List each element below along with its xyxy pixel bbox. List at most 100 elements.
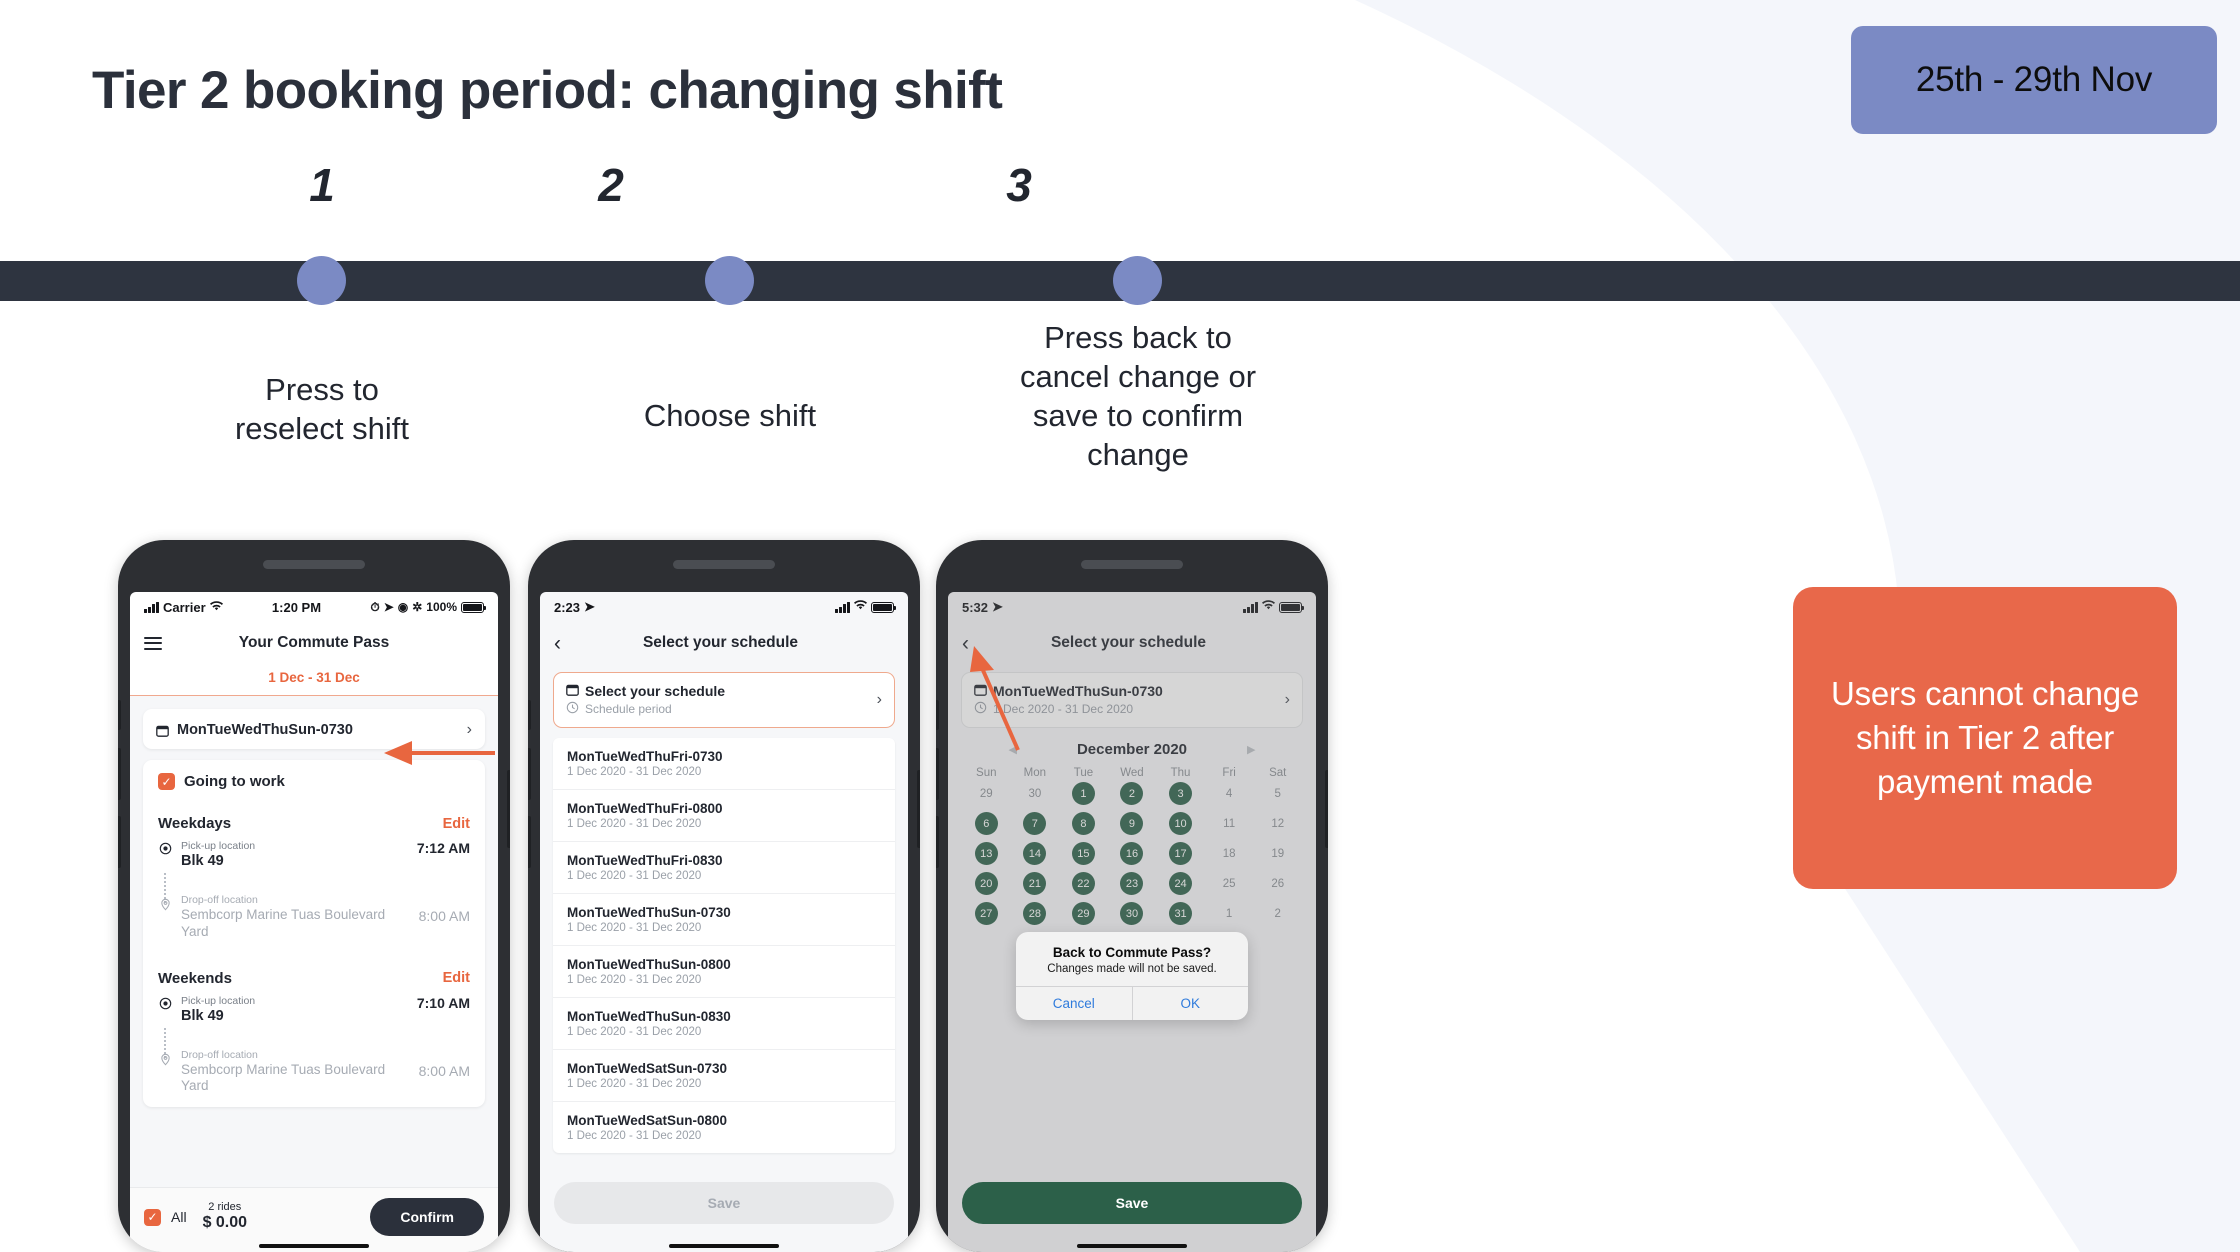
going-to-work-card: ✓ Going to work Weekdays Edit Pick-up lo… xyxy=(143,760,485,1107)
weekdays-pickup-kind: Pick-up location xyxy=(181,840,256,852)
phone-1-bottom-bar: ✓ All 2 rides $ 0.00 Confirm xyxy=(130,1187,498,1252)
chevron-left-icon[interactable]: ‹ xyxy=(554,633,561,654)
phone-2-volume-up-button[interactable] xyxy=(528,748,531,800)
schedule-list-item[interactable]: MonTueWedThuFri-0800 1 Dec 2020 - 31 Dec … xyxy=(553,790,895,842)
step-number-3: 3 xyxy=(869,162,1169,208)
schedule-list-item[interactable]: MonTueWedThuSun-0730 1 Dec 2020 - 31 Dec … xyxy=(553,894,895,946)
step-3-number-label: 3 xyxy=(1006,159,1032,211)
phone-1-volume-up-button[interactable] xyxy=(118,748,121,800)
schedule-name: MonTueWedThuFri-0730 xyxy=(567,749,723,764)
schedule-list-item[interactable]: MonTueWedThuFri-0830 1 Dec 2020 - 31 Dec … xyxy=(553,842,895,894)
dialog-title: Back to Commute Pass? xyxy=(1052,945,1212,960)
schedule-list[interactable]: MonTueWedThuFri-0730 1 Dec 2020 - 31 Dec … xyxy=(553,738,895,1153)
phone-2-mute-button[interactable] xyxy=(528,700,531,730)
cellular-signal-icon xyxy=(144,601,159,613)
phone-2-app-bar: ‹ Select your schedule xyxy=(540,622,908,664)
selected-shift-card[interactable]: MonTueWedThuSun-0730 › xyxy=(143,709,485,749)
timeline-dot-1 xyxy=(297,256,346,305)
clock-icon xyxy=(566,701,579,717)
phone-1-title: Your Commute Pass xyxy=(238,634,390,651)
schedule-list-item[interactable]: MonTueWedThuFri-0730 1 Dec 2020 - 31 Dec … xyxy=(553,738,895,790)
weekends-edit-link[interactable]: Edit xyxy=(443,970,470,986)
phone-3-mute-button[interactable] xyxy=(936,700,939,730)
weekends-header: Weekends Edit xyxy=(143,952,485,991)
fare-summary: 2 rides $ 0.00 xyxy=(203,1201,247,1232)
weekends-pickup-kind: Pick-up location xyxy=(181,994,256,1007)
schedule-period: 1 Dec 2020 - 31 Dec 2020 xyxy=(567,766,702,778)
step-number-1: 1 xyxy=(172,162,472,208)
phone-3-power-button[interactable] xyxy=(1325,770,1328,848)
schedule-list-item[interactable]: MonTueWedSatSun-0730 1 Dec 2020 - 31 Dec … xyxy=(553,1050,895,1102)
phone-1-volume-down-button[interactable] xyxy=(118,816,121,868)
phone-3-volume-up-button[interactable] xyxy=(936,748,939,800)
phone-1-speaker xyxy=(263,560,365,569)
location-arrow-icon: ➤ xyxy=(584,599,595,614)
phone-1-power-button[interactable] xyxy=(507,770,510,848)
phone-2-screen: 2:23 ➤ ‹ Select your schedule Select you… xyxy=(540,592,908,1252)
schedule-list-item[interactable]: MonTueWedThuSun-0800 1 Dec 2020 - 31 Dec … xyxy=(553,946,895,998)
timeline-dot-2 xyxy=(705,256,754,305)
weekdays-dropoff-name: Sembcorp Marine Tuas Boulevard Yard xyxy=(181,907,386,939)
location-arrow-icon: ➤ xyxy=(383,600,394,614)
step-2-caption: Choose shift xyxy=(643,398,817,433)
weekdays-pickup-time: 7:12 AM xyxy=(416,840,470,856)
phone-mockup-1: Carrier 1:20 PM ⏱ ➤ ◉ ✲ 100% Your Commut… xyxy=(118,540,510,1252)
battery-icon xyxy=(871,601,897,613)
schedule-name: MonTueWedThuSun-0830 xyxy=(567,1009,731,1024)
schedule-name: MonTueWedThuFri-0830 xyxy=(567,853,723,868)
save-button[interactable]: Save xyxy=(962,1182,1302,1224)
phone-3-volume-down-button[interactable] xyxy=(936,816,939,868)
chevron-right-icon: › xyxy=(466,721,472,738)
home-indicator xyxy=(1077,1244,1187,1248)
weekdays-dropoff-time: 8:00 AM xyxy=(418,908,470,925)
bluetooth-icon: ✲ xyxy=(412,600,423,614)
weekends-dropoff-time: 8:00 AM xyxy=(418,1063,470,1080)
dialog-message: Changes made will not be saved. xyxy=(1047,963,1217,975)
schedule-selector-title: Select your schedule xyxy=(585,683,726,699)
schedule-selector-subtitle: Schedule period xyxy=(585,702,672,716)
schedule-period: 1 Dec 2020 - 31 Dec 2020 xyxy=(567,818,702,830)
dialog-cancel-button[interactable]: Cancel xyxy=(1016,987,1132,1020)
confirm-button[interactable]: Confirm xyxy=(370,1198,484,1236)
home-indicator xyxy=(259,1244,369,1248)
all-checkbox[interactable]: ✓ xyxy=(144,1208,161,1226)
schedule-period: 1 Dec 2020 - 31 Dec 2020 xyxy=(567,922,702,934)
phone-1-status-bar: Carrier 1:20 PM ⏱ ➤ ◉ ✲ 100% xyxy=(130,592,498,622)
phone-3-speaker xyxy=(1081,560,1183,569)
pickup-dot-icon xyxy=(159,842,172,860)
step-1-number-label: 1 xyxy=(309,159,335,211)
going-to-work-row[interactable]: ✓ Going to work xyxy=(143,760,485,803)
save-button-disabled[interactable]: Save xyxy=(554,1182,894,1224)
phone-2-power-button[interactable] xyxy=(917,770,920,848)
calendar-icon xyxy=(156,724,169,737)
phone-mockup-3: 5:32 ➤ ‹ Select your schedule MonTueWedT… xyxy=(936,540,1328,1252)
schedule-period: 1 Dec 2020 - 31 Dec 2020 xyxy=(567,1078,702,1090)
dialog-ok-button[interactable]: OK xyxy=(1131,987,1249,1020)
phone-2-volume-down-button[interactable] xyxy=(528,816,531,868)
going-to-work-label: Going to work xyxy=(184,773,285,790)
phone-1-body: MonTueWedThuSun-0730 › ✓ Going to work W… xyxy=(130,696,498,1252)
phone-2-status-bar: 2:23 ➤ xyxy=(540,592,908,622)
schedule-selector[interactable]: Select your schedule Schedule period › xyxy=(553,672,895,728)
schedule-name: MonTueWedSatSun-0800 xyxy=(567,1113,728,1128)
schedule-list-item[interactable]: MonTueWedSatSun-0800 1 Dec 2020 - 31 Dec … xyxy=(553,1102,895,1153)
commute-pass-date-range: 1 Dec - 31 Dec xyxy=(130,664,498,696)
weekends-dropoff-name: Sembcorp Marine Tuas Boulevard Yard xyxy=(181,1062,386,1094)
schedule-period: 1 Dec 2020 - 31 Dec 2020 xyxy=(567,974,702,986)
hamburger-icon[interactable] xyxy=(144,633,162,653)
phone-1-mute-button[interactable] xyxy=(118,700,121,730)
phone-1-app-bar: Your Commute Pass xyxy=(130,622,498,664)
weekdays-edit-link[interactable]: Edit xyxy=(443,816,470,832)
step-3-caption: Press back to cancel change or save to c… xyxy=(1019,320,1257,473)
step-2-number-label: 2 xyxy=(598,159,624,211)
all-label: All xyxy=(171,1209,187,1225)
status-time: 2:23 xyxy=(554,599,581,615)
timeline-dot-3 xyxy=(1113,256,1162,305)
rides-count: 2 rides xyxy=(208,1201,242,1214)
do-not-disturb-icon: ◉ xyxy=(397,600,409,614)
schedule-name: MonTueWedThuSun-0730 xyxy=(567,905,731,920)
checkbox-checked-icon[interactable]: ✓ xyxy=(158,773,175,790)
schedule-list-item[interactable]: MonTueWedThuSun-0830 1 Dec 2020 - 31 Dec … xyxy=(553,998,895,1050)
schedule-name: MonTueWedThuSun-0800 xyxy=(567,957,731,972)
weekends-trip: Pick-up location Blk 49 7:10 AM Drop-off… xyxy=(143,991,485,1107)
